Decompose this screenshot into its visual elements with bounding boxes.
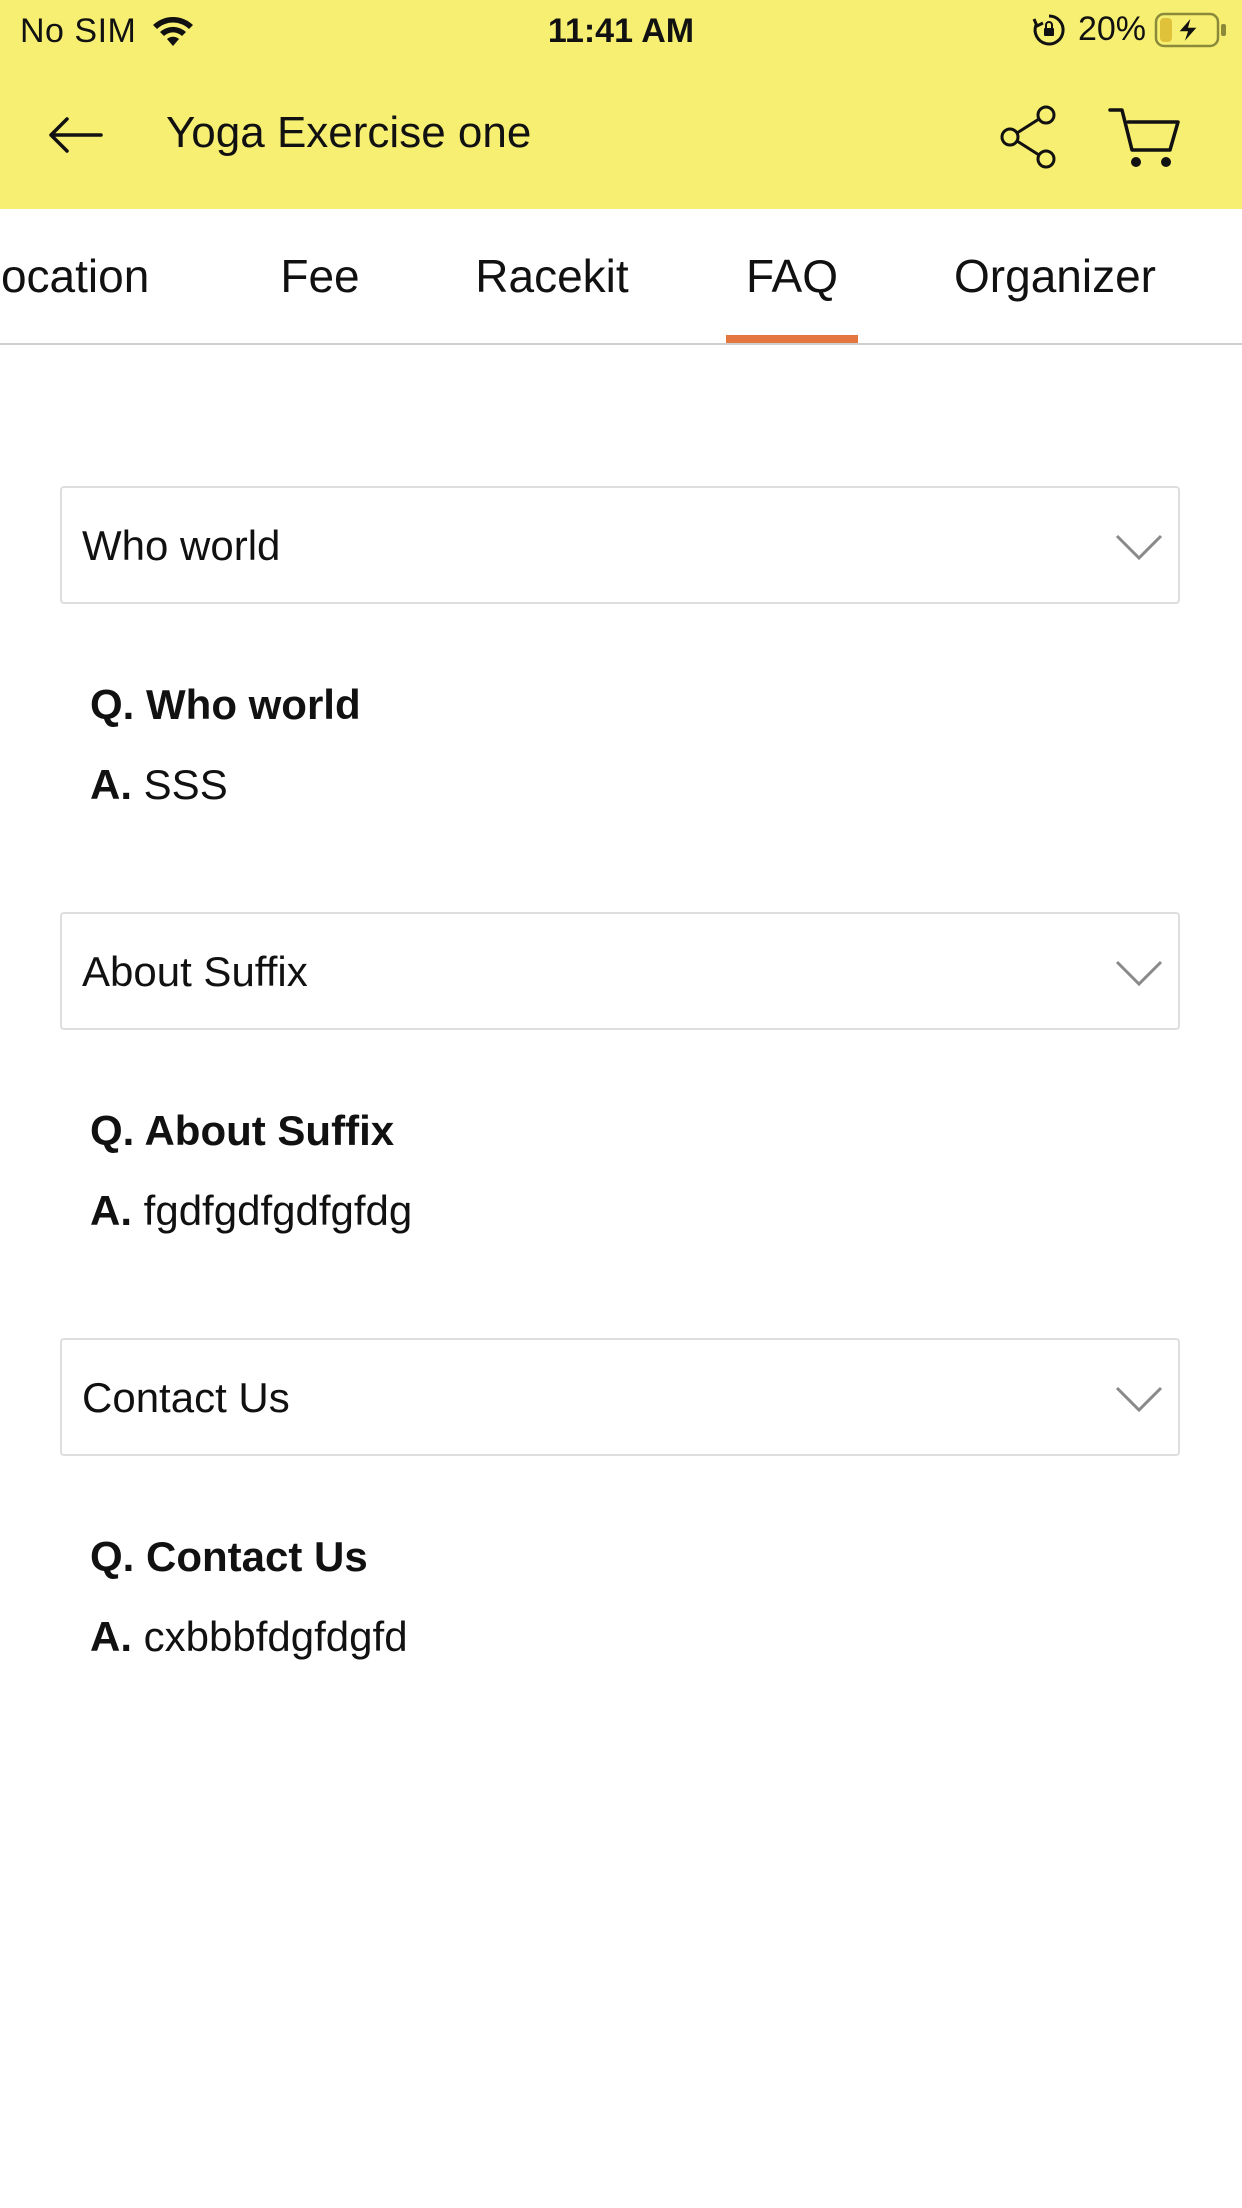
faq-answer: A. SSS: [90, 761, 228, 809]
chevron-down-icon: [1115, 1386, 1163, 1413]
back-button[interactable]: [30, 100, 120, 170]
faq-dropdown-title: Who world: [82, 522, 281, 569]
answer-text: fgdfgdfgdfgfdg: [143, 1187, 413, 1234]
page-title: Yoga Exercise one: [166, 108, 532, 157]
tab-fee-label: Fee: [280, 250, 360, 302]
answer-prefix: A.: [90, 761, 132, 808]
app-header: No SIM 11:41 AM 20% Yoga Exercise one: [0, 0, 1242, 209]
question-prefix: Q.: [90, 1107, 135, 1154]
question-text: Who world: [146, 681, 361, 728]
share-icon: [1000, 105, 1056, 169]
tab-racekit[interactable]: Racekit: [452, 209, 652, 343]
tab-location[interactable]: location: [0, 209, 180, 343]
faq-answer: A. cxbbbfdgfdgfd: [90, 1613, 408, 1661]
question-text: Contact Us: [146, 1533, 368, 1580]
nav-bar: Yoga Exercise one: [0, 62, 1242, 209]
faq-question: Q. Contact Us: [90, 1533, 368, 1581]
chevron-down-icon: [1115, 960, 1163, 987]
faq-dropdown-about-suffix[interactable]: About Suffix: [60, 912, 1180, 1030]
tab-bar: location Fee Racekit FAQ Organizer: [0, 209, 1242, 345]
cart-icon: [1108, 108, 1180, 167]
faq-dropdown-title: Contact Us: [82, 1374, 290, 1421]
rotation-lock-icon: [1032, 13, 1065, 45]
active-tab-indicator: [726, 335, 858, 343]
faq-dropdown-who-world[interactable]: Who world: [60, 486, 1180, 604]
cart-button[interactable]: [1106, 100, 1186, 174]
tab-faq[interactable]: FAQ: [726, 209, 858, 343]
faq-question: Q. Who world: [90, 681, 361, 729]
tab-organizer-label: Organizer: [954, 250, 1156, 302]
answer-text: SSS: [143, 761, 228, 808]
question-prefix: Q.: [90, 1533, 135, 1580]
faq-question: Q. About Suffix: [90, 1107, 394, 1155]
tab-faq-label: FAQ: [745, 250, 839, 302]
battery-charging-icon: [1154, 12, 1226, 47]
status-bar: No SIM 11:41 AM 20%: [0, 0, 1242, 62]
question-prefix: Q.: [90, 681, 135, 728]
faq-dropdown-contact-us[interactable]: Contact Us: [60, 1338, 1180, 1456]
tab-organizer[interactable]: Organizer: [940, 209, 1170, 343]
answer-prefix: A.: [90, 1187, 132, 1234]
faq-dropdown-title: About Suffix: [82, 948, 308, 995]
chevron-down-icon: [1115, 534, 1163, 561]
battery-percent: 20%: [1077, 10, 1146, 48]
answer-prefix: A.: [90, 1613, 132, 1660]
answer-text: cxbbbfdgfdgfd: [143, 1613, 408, 1660]
status-right: 20%: [1032, 10, 1228, 49]
faq-answer: A. fgdfgdfgdfgfdg: [90, 1187, 412, 1235]
arrow-left-icon: [49, 117, 103, 153]
share-button[interactable]: [994, 102, 1064, 172]
question-text: About Suffix: [144, 1107, 395, 1154]
tab-racekit-label: Racekit: [475, 250, 629, 302]
tab-location-label: location: [0, 250, 150, 302]
tab-fee[interactable]: Fee: [260, 209, 380, 343]
